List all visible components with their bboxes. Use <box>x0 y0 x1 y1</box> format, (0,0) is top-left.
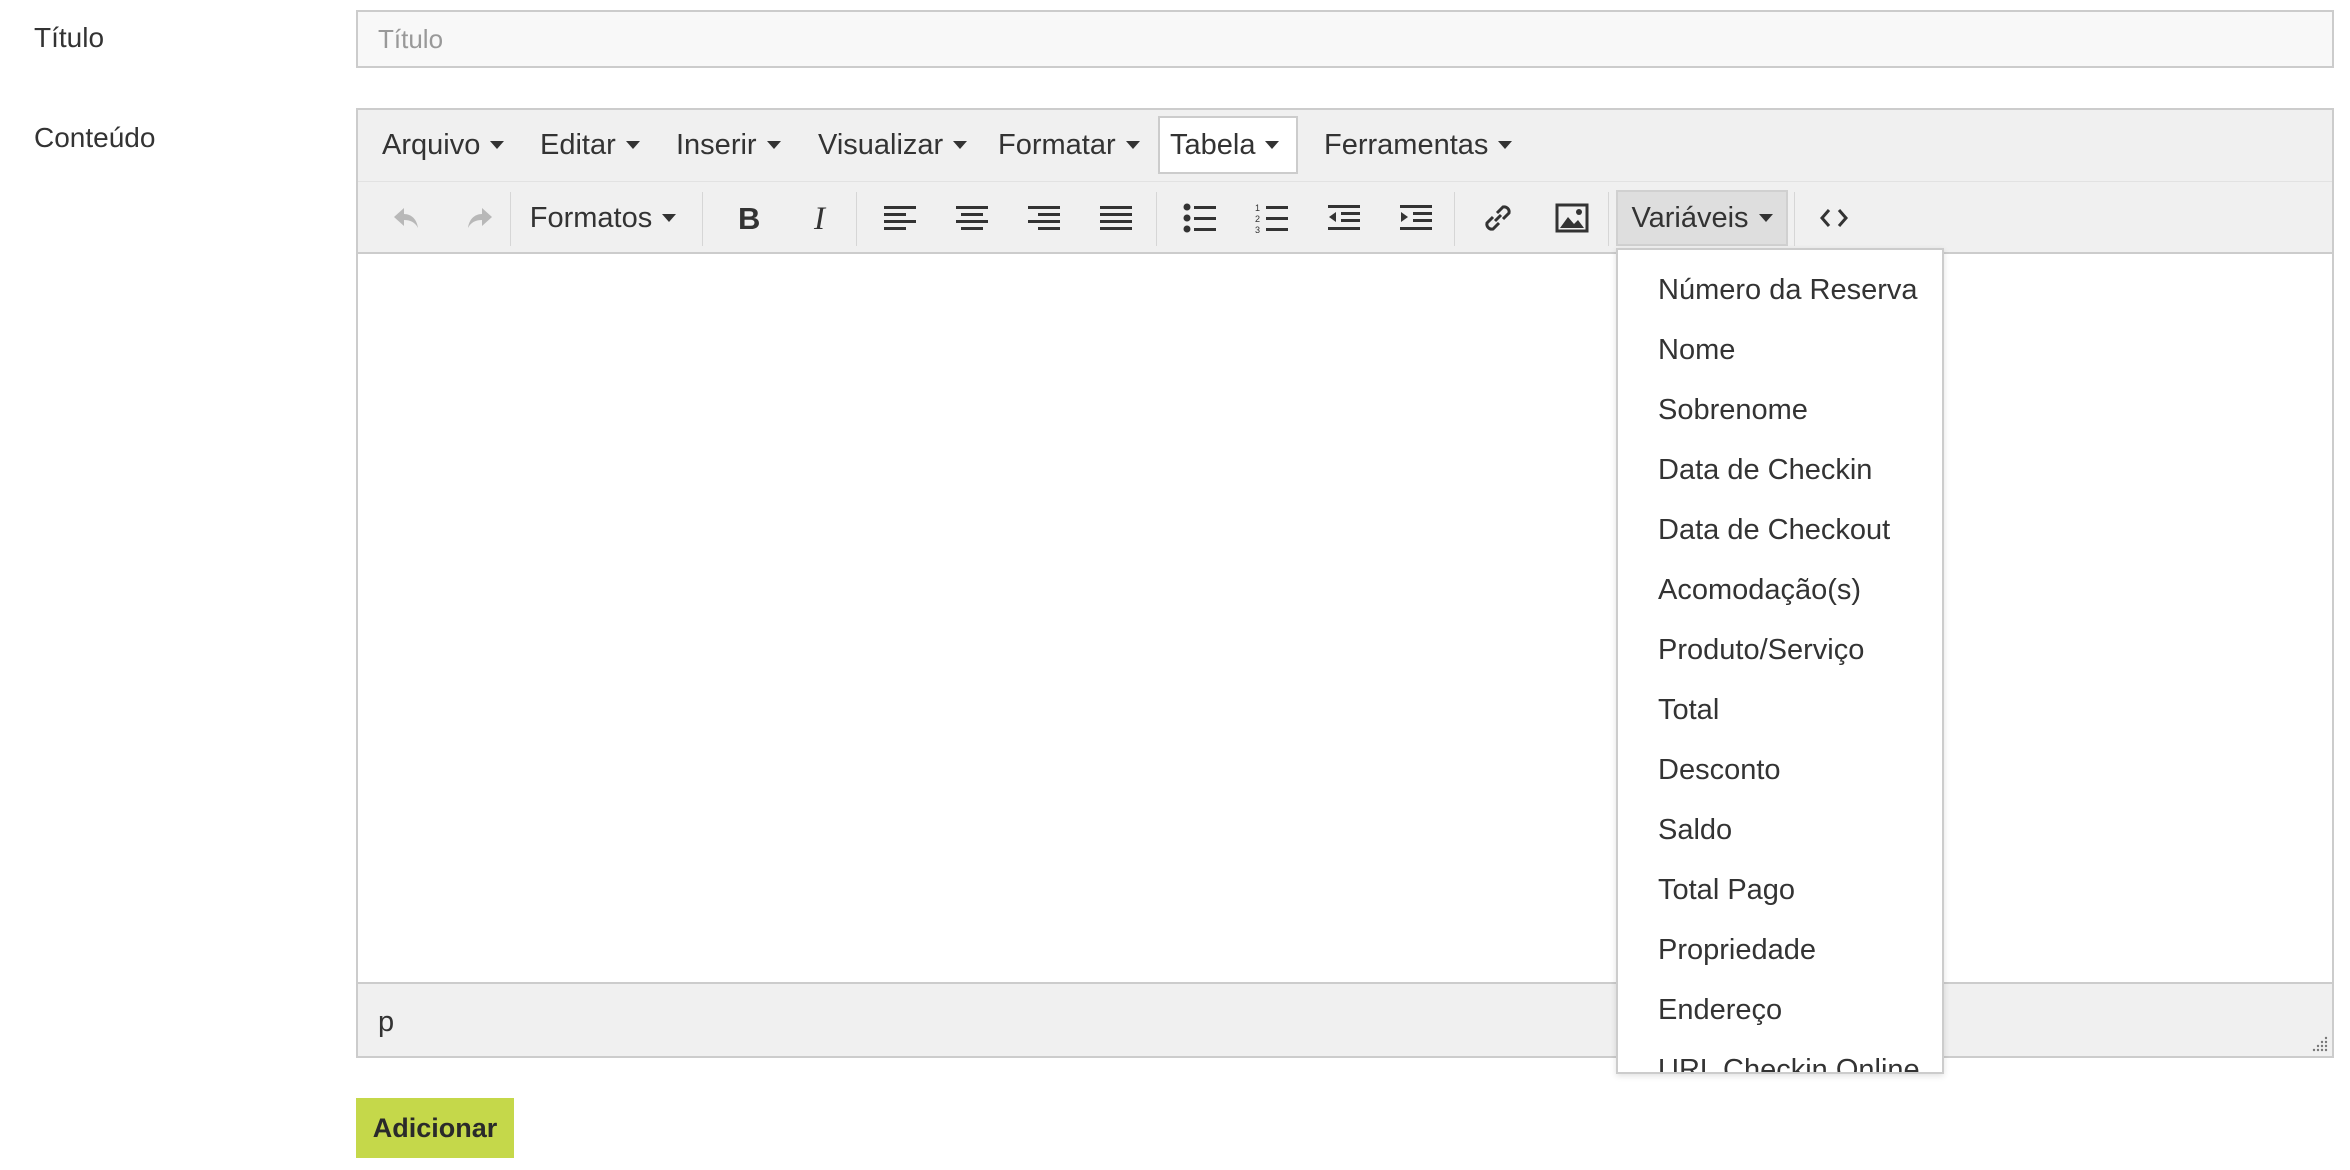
variable-item-numero-reserva[interactable]: Número da Reserva <box>1658 260 1918 320</box>
menu-label: Editar <box>540 128 616 161</box>
menu-editar[interactable]: Editar <box>528 116 652 174</box>
variable-item-propriedade[interactable]: Propriedade <box>1658 920 1816 980</box>
menu-inserir[interactable]: Inserir <box>664 116 793 174</box>
element-path[interactable]: p <box>378 1006 394 1039</box>
rich-text-editor: Arquivo Editar Inserir Visualizar Format… <box>356 108 2334 1058</box>
formats-dropdown[interactable]: Formatos <box>528 190 678 246</box>
editor-menubar: Arquivo Editar Inserir Visualizar Format… <box>358 110 2332 182</box>
source-code-button[interactable] <box>1802 190 1866 246</box>
formats-label: Formatos <box>529 201 653 234</box>
menu-label: Inserir <box>676 128 757 161</box>
chevron-down-icon <box>766 141 781 149</box>
indent-button[interactable] <box>1384 190 1448 246</box>
outdent-button[interactable] <box>1312 190 1376 246</box>
editor-toolbar: Formatos B I 1 2 3 Variáveis <box>358 182 2332 254</box>
image-icon <box>1555 203 1589 233</box>
menu-ferramentas[interactable]: Ferramentas <box>1312 116 1524 174</box>
bullet-list-button[interactable] <box>1168 190 1232 246</box>
menu-label: Ferramentas <box>1324 128 1489 161</box>
link-icon <box>1485 205 1511 231</box>
menu-label: Formatar <box>998 128 1116 161</box>
variable-item-total[interactable]: Total <box>1658 680 1719 740</box>
chevron-down-icon <box>625 141 640 149</box>
code-icon <box>1820 209 1848 227</box>
variable-item-acomodacoes[interactable]: Acomodação(s) <box>1658 560 1861 620</box>
align-left-icon <box>884 206 916 230</box>
bullet-list-icon <box>1183 203 1216 233</box>
variable-item-data-checkout[interactable]: Data de Checkout <box>1658 500 1890 560</box>
variable-item-endereco[interactable]: Endereço <box>1658 980 1782 1040</box>
title-input[interactable] <box>356 10 2334 68</box>
align-right-button[interactable] <box>1012 190 1076 246</box>
title-label: Título <box>34 22 105 53</box>
align-left-button[interactable] <box>868 190 932 246</box>
variable-item-data-checkin[interactable]: Data de Checkin <box>1658 440 1872 500</box>
menu-formatar[interactable]: Formatar <box>986 116 1152 174</box>
italic-icon: I <box>813 203 827 233</box>
variable-item-produto-servico[interactable]: Produto/Serviço <box>1658 620 1864 680</box>
chevron-down-icon <box>1498 141 1513 149</box>
svg-text:2: 2 <box>1255 214 1260 224</box>
menu-visualizar[interactable]: Visualizar <box>806 116 979 174</box>
menu-label: Visualizar <box>818 128 944 161</box>
redo-button[interactable] <box>450 190 510 246</box>
variable-item-desconto[interactable]: Desconto <box>1658 740 1781 800</box>
variable-item-nome[interactable]: Nome <box>1658 320 1735 380</box>
align-justify-icon <box>1100 206 1132 230</box>
bold-button[interactable]: B <box>718 190 778 246</box>
variable-item-url-checkin-online[interactable]: URL Checkin Online <box>1658 1040 1920 1073</box>
bold-icon: B <box>738 203 760 233</box>
outdent-icon <box>1328 205 1360 230</box>
menu-label: Arquivo <box>382 128 481 161</box>
align-center-button[interactable] <box>940 190 1004 246</box>
resize-handle-icon[interactable] <box>2310 1034 2328 1052</box>
add-button[interactable]: Adicionar <box>356 1098 514 1158</box>
variable-item-total-pago[interactable]: Total Pago <box>1658 860 1795 920</box>
align-right-icon <box>1028 206 1060 230</box>
chevron-down-icon <box>490 141 505 149</box>
variables-dropdown-menu: Número da Reserva Nome Sobrenome Data de… <box>1616 248 1944 1074</box>
svg-text:1: 1 <box>1255 203 1260 213</box>
undo-button[interactable] <box>376 190 436 246</box>
editor-content-area[interactable] <box>358 256 2332 986</box>
menu-label: Tabela <box>1170 128 1256 161</box>
italic-button[interactable]: I <box>792 190 852 246</box>
svg-text:I: I <box>813 203 827 233</box>
variable-item-sobrenome[interactable]: Sobrenome <box>1658 380 1808 440</box>
indent-icon <box>1400 205 1432 230</box>
numbered-list-button[interactable]: 1 2 3 <box>1240 190 1304 246</box>
editor-statusbar: p <box>358 982 2332 1056</box>
align-justify-button[interactable] <box>1084 190 1148 246</box>
redo-icon <box>468 208 492 228</box>
link-button[interactable] <box>1466 190 1530 246</box>
align-center-icon <box>956 206 988 230</box>
chevron-down-icon <box>662 214 677 222</box>
chevron-down-icon <box>1125 141 1140 149</box>
svg-text:3: 3 <box>1255 225 1260 233</box>
chevron-down-icon <box>953 141 968 149</box>
svg-text:B: B <box>738 203 760 233</box>
variables-dropdown-button[interactable]: Variáveis <box>1616 190 1788 246</box>
undo-icon <box>394 208 418 228</box>
variables-label: Variáveis <box>1631 201 1749 234</box>
content-label: Conteúdo <box>34 122 156 153</box>
image-button[interactable] <box>1540 190 1604 246</box>
menu-tabela[interactable]: Tabela <box>1158 116 1298 174</box>
chevron-down-icon <box>1265 141 1280 149</box>
chevron-down-icon <box>1758 214 1773 222</box>
variable-item-saldo[interactable]: Saldo <box>1658 800 1732 860</box>
numbered-list-icon: 1 2 3 <box>1255 203 1288 233</box>
menu-arquivo[interactable]: Arquivo <box>370 116 516 174</box>
